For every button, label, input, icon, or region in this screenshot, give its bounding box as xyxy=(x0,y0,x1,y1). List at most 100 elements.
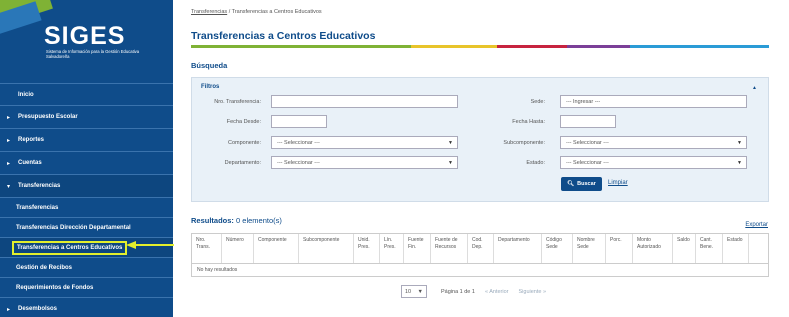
column-header[interactable]: Unid. Pres. xyxy=(354,234,380,263)
column-header[interactable]: Cod. Dep. xyxy=(468,234,494,263)
logo: SIGES Sistema de Información para la Ges… xyxy=(0,0,173,78)
estado-select[interactable]: --- Seleccionar --- ▼ xyxy=(560,156,747,169)
column-header[interactable]: Nombre Sede xyxy=(573,234,606,263)
chevron-right-icon: ▸ xyxy=(7,115,11,121)
sidebar-item-inicio[interactable]: Inicio xyxy=(0,83,173,106)
sede-input[interactable]: --- Ingresar --- xyxy=(560,95,747,108)
collapse-icon[interactable]: ▲ xyxy=(752,85,757,91)
results-label: Resultados: xyxy=(191,216,234,225)
sidebar-item-presupuesto[interactable]: ▸ Presupuesto Escolar xyxy=(0,106,173,129)
subcomponente-select[interactable]: --- Seleccionar --- ▼ xyxy=(560,136,747,149)
column-header[interactable]: Cant. Bene. xyxy=(696,234,723,263)
sidebar-item-reportes[interactable]: ▸ Reportes xyxy=(0,129,173,152)
sidebar-subitem-label: Requerimientos de Fondos xyxy=(16,284,94,291)
page-title: Transferencias a Centros Educativos xyxy=(191,30,376,42)
page-size-value: 10 xyxy=(405,288,412,295)
prev-page-link[interactable]: « Anterior xyxy=(485,289,509,295)
chevron-down-icon: ▼ xyxy=(448,160,453,166)
chevron-right-icon: ▸ xyxy=(7,161,11,167)
sidebar-subitem-direccion-departamental[interactable]: Transferencias Dirección Departamental xyxy=(0,218,173,238)
title-color-bar xyxy=(191,45,769,48)
color-bar-segment xyxy=(191,45,411,48)
departamento-selected: --- Seleccionar --- xyxy=(277,159,320,166)
sidebar: SIGES Sistema de Información para la Ges… xyxy=(0,0,173,317)
fecha-hasta-input[interactable] xyxy=(560,115,616,128)
filters-title: Filtros xyxy=(201,84,220,90)
sidebar-item-label: Presupuesto Escolar xyxy=(18,114,78,120)
componente-select[interactable]: --- Seleccionar --- ▼ xyxy=(271,136,458,149)
fecha-hasta-label: Fecha Hasta: xyxy=(512,119,545,125)
buscar-button[interactable]: 🔍︎ Buscar xyxy=(561,177,602,191)
departamento-label: Departamento: xyxy=(224,160,261,166)
subcomponente-selected: --- Seleccionar --- xyxy=(566,139,609,146)
search-section-title: Búsqueda xyxy=(191,61,228,70)
chevron-down-icon: ▼ xyxy=(737,140,742,146)
column-header[interactable]: Lín. Pres. xyxy=(380,234,404,263)
estado-selected: --- Seleccionar --- xyxy=(566,159,609,166)
sidebar-nav: Inicio ▸ Presupuesto Escolar ▸ Reportes … xyxy=(0,83,173,317)
sidebar-subitem-centros-educativos[interactable]: Transferencias a Centros Educativos xyxy=(0,238,173,258)
sidebar-item-label: Desembolsos xyxy=(18,306,58,312)
column-header[interactable]: Nro. Trans. xyxy=(192,234,222,263)
limpiar-link[interactable]: Limpiar xyxy=(608,180,628,186)
next-page-link[interactable]: Siguiente » xyxy=(519,289,547,295)
results-count: 0 elemento(s) xyxy=(236,216,282,225)
sidebar-subitem-label: Transferencias xyxy=(16,204,59,211)
sidebar-subitem-requerimientos[interactable]: Requerimientos de Fondos xyxy=(0,278,173,298)
table-header: Nro. Trans. Número Componente Subcomponente… xyxy=(192,234,768,264)
page-size-select[interactable]: 10 ▼ xyxy=(401,285,427,298)
logo-title: SIGES xyxy=(44,22,126,50)
fecha-desde-input[interactable] xyxy=(271,115,327,128)
chevron-right-icon: ▸ xyxy=(7,138,11,144)
sidebar-item-desembolsos[interactable]: ▸ Desembolsos xyxy=(0,298,173,317)
estado-label: Estado: xyxy=(526,160,545,166)
chevron-right-icon: ▸ xyxy=(7,307,11,313)
exportar-link[interactable]: Exportar xyxy=(745,222,768,228)
chevron-down-icon: ▼ xyxy=(448,140,453,146)
column-header[interactable]: Porc. xyxy=(606,234,633,263)
column-header[interactable]: Fuente de Recursos xyxy=(431,234,468,263)
sidebar-subitem-gestion-recibos[interactable]: Gestión de Recibos xyxy=(0,258,173,278)
chevron-down-icon: ▼ xyxy=(737,160,742,166)
breadcrumb-link-transferencias[interactable]: Transferencias xyxy=(191,9,227,15)
sidebar-subitem-transferencias[interactable]: Transferencias xyxy=(0,198,173,218)
sede-label: Sede: xyxy=(530,99,545,105)
annotation-arrow-head xyxy=(126,241,136,249)
annotation-arrow-line xyxy=(136,244,174,246)
sidebar-item-label: Reportes xyxy=(18,137,45,143)
column-header[interactable]: Departamento xyxy=(494,234,542,263)
column-header[interactable]: Código Sede xyxy=(542,234,573,263)
column-header[interactable]: Componente xyxy=(254,234,299,263)
pagination: 10 ▼ Página 1 de 1 « Anterior Siguiente … xyxy=(401,285,546,298)
column-header[interactable]: Monto Autorizado xyxy=(633,234,673,263)
table-body: No hay resultados xyxy=(192,264,768,276)
table-row-empty: No hay resultados xyxy=(197,267,238,273)
color-bar-segment xyxy=(630,45,769,48)
subcomponente-label: Subcomponente: xyxy=(503,140,545,146)
sidebar-subitem-label: Transferencias a Centros Educativos xyxy=(12,240,128,255)
chevron-down-icon: ▾ xyxy=(7,184,11,190)
logo-subtitle: Sistema de Información para la Gestión E… xyxy=(46,49,140,59)
sidebar-item-label: Inicio xyxy=(18,91,34,98)
sidebar-item-transferencias[interactable]: ▾ Transferencias xyxy=(0,175,173,198)
results-title: Resultados: 0 elemento(s) xyxy=(191,216,282,225)
fecha-desde-label: Fecha Desde: xyxy=(226,119,261,125)
sidebar-subitem-label: Transferencias Dirección Departamental xyxy=(16,224,131,231)
sidebar-subitem-label: Gestión de Recibos xyxy=(16,264,73,271)
column-header[interactable]: Subcomponente xyxy=(299,234,354,263)
chevron-down-icon: ▼ xyxy=(417,288,423,295)
results-table: Nro. Trans. Número Componente Subcomponente… xyxy=(191,233,769,277)
column-header[interactable]: Estado xyxy=(723,234,749,263)
color-bar-segment xyxy=(497,45,567,48)
breadcrumb-current: Transferencias a Centros Educativos xyxy=(231,9,322,15)
column-header[interactable]: Saldo xyxy=(673,234,696,263)
departamento-select[interactable]: --- Seleccionar --- ▼ xyxy=(271,156,458,169)
color-bar-segment xyxy=(410,45,498,48)
search-icon: 🔍︎ xyxy=(567,181,575,187)
filters-panel: Filtros ▲ Nro. Transferencia: Sede: --- … xyxy=(191,77,769,202)
color-bar-segment xyxy=(566,45,631,48)
column-header[interactable]: Fuente Fin. xyxy=(404,234,431,263)
nro-transferencia-input[interactable] xyxy=(271,95,458,108)
sidebar-item-cuentas[interactable]: ▸ Cuentas xyxy=(0,152,173,175)
column-header[interactable]: Número xyxy=(222,234,254,263)
